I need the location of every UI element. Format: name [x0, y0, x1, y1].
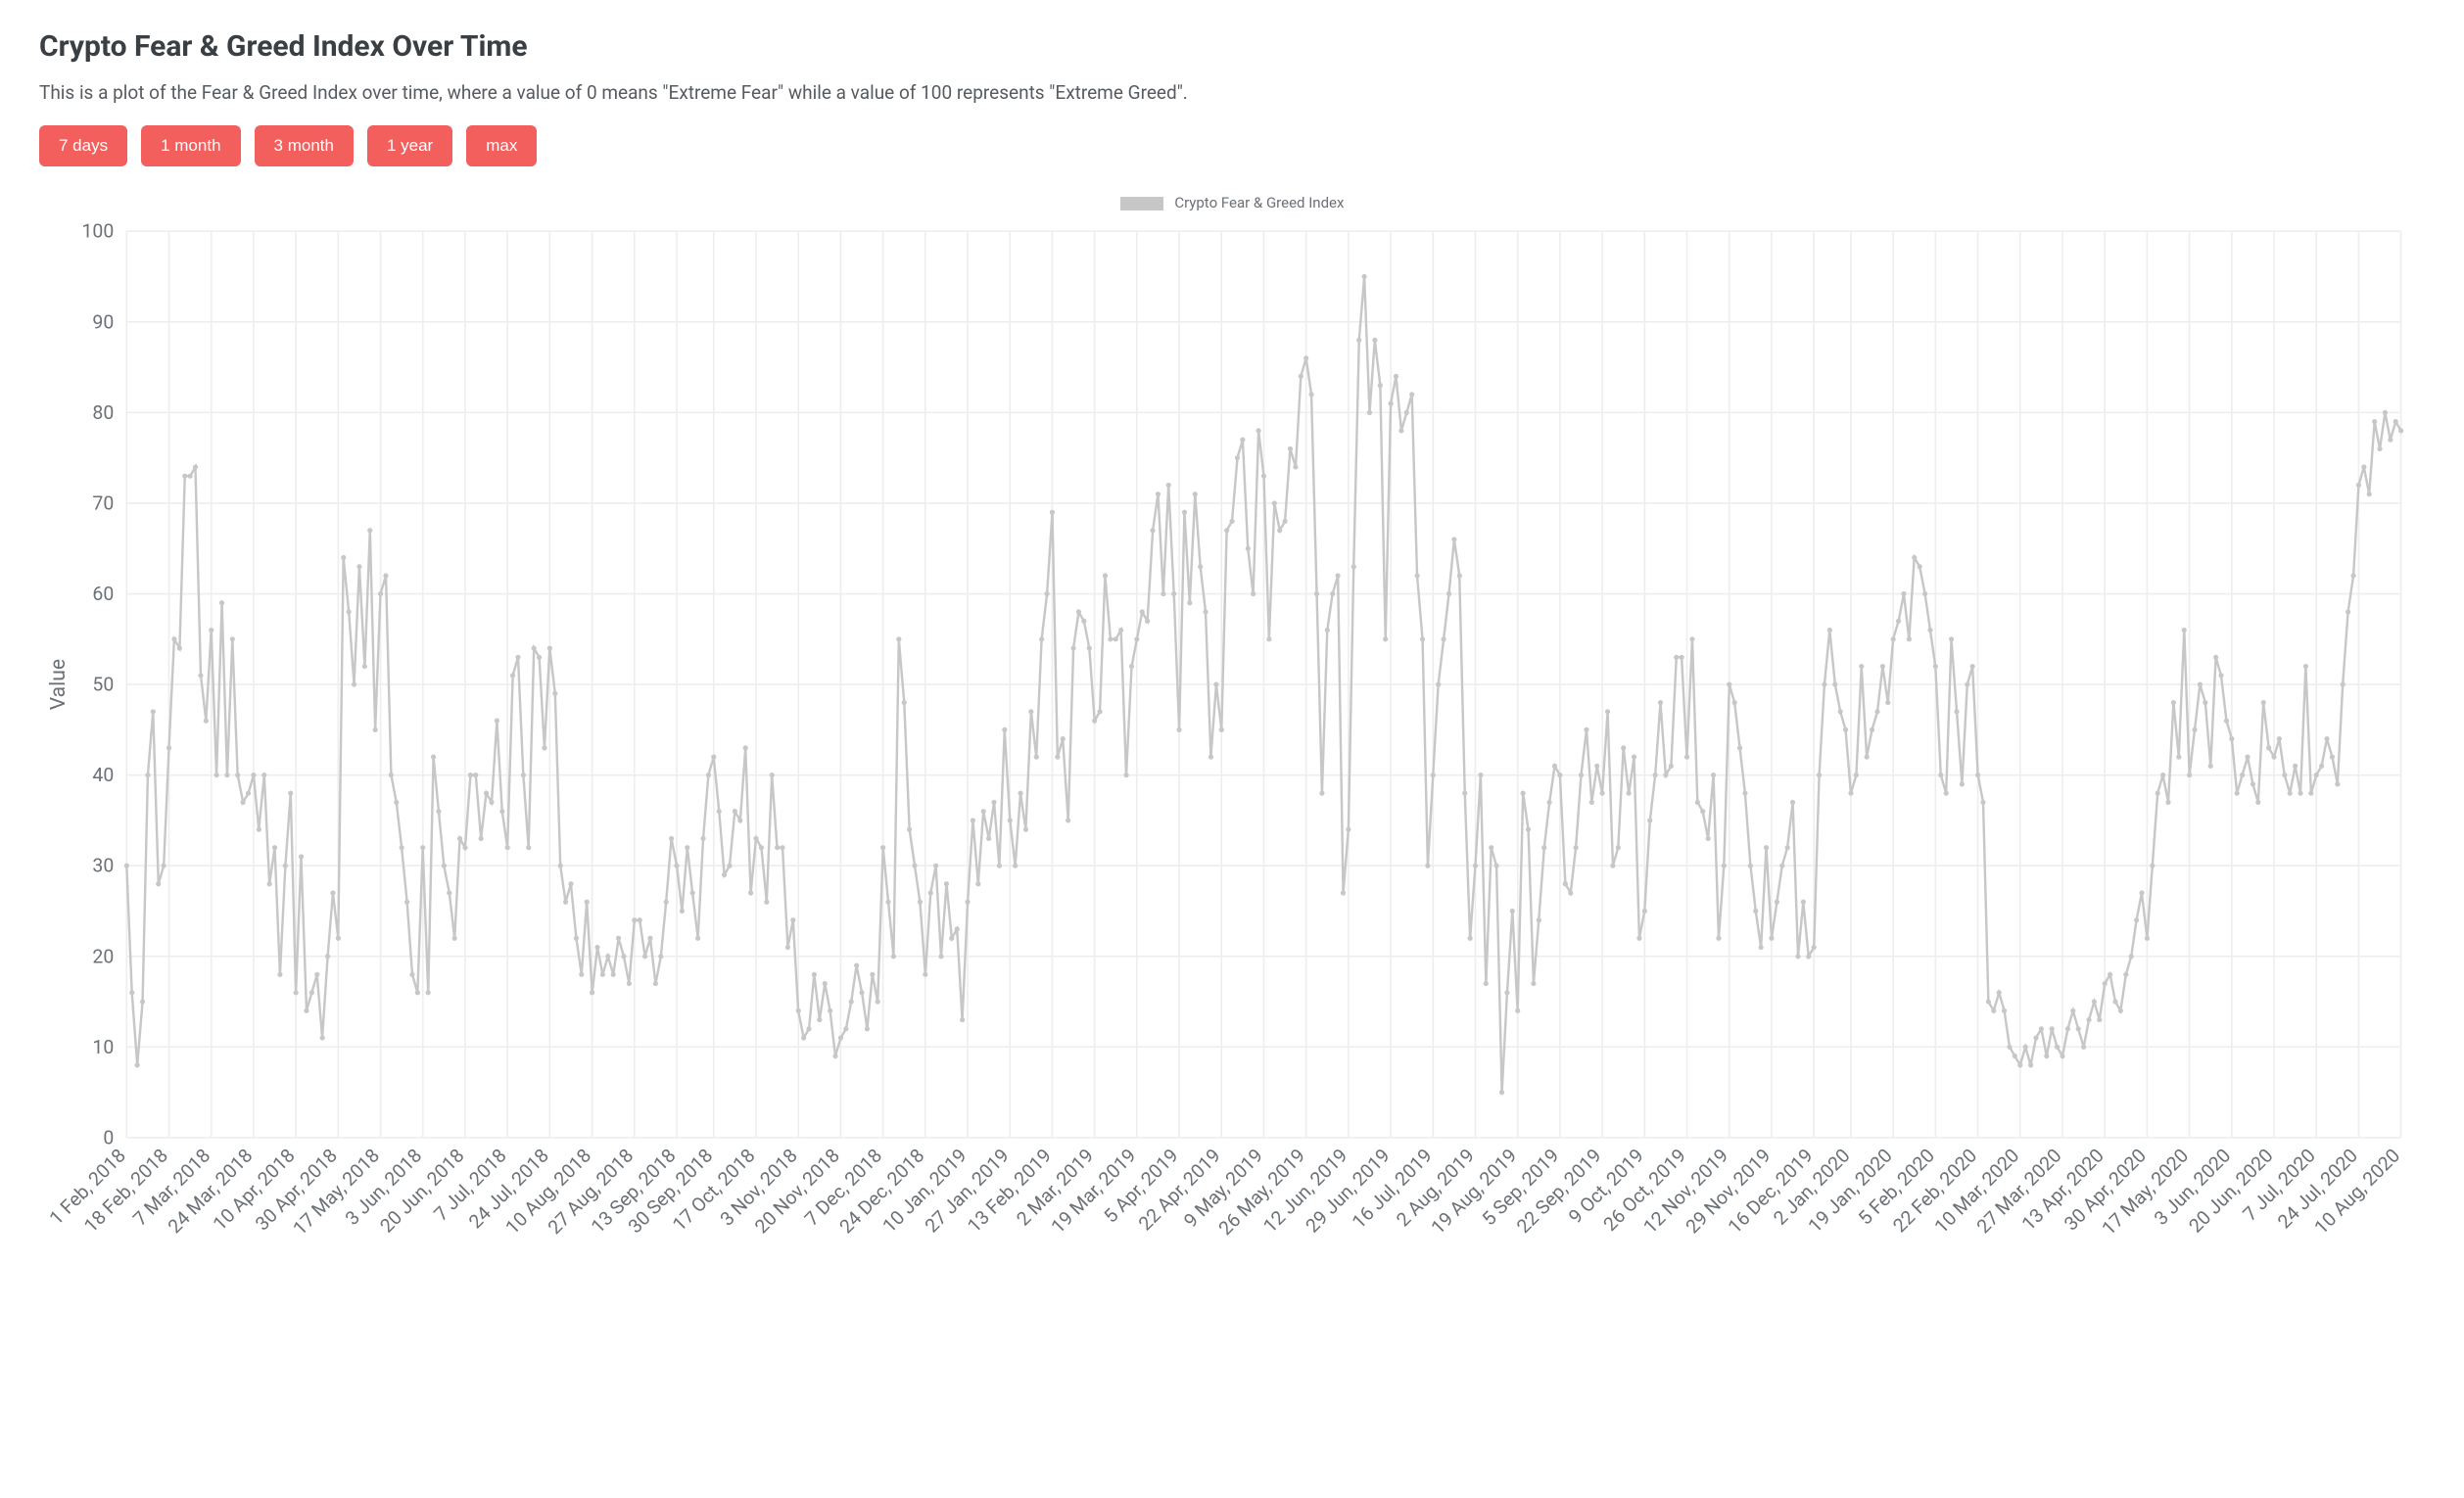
range-1-year-button[interactable]: 1 year: [367, 125, 452, 166]
range-button-row: 7 days 1 month 3 month 1 year max: [39, 125, 2425, 166]
svg-text:70: 70: [92, 492, 114, 514]
range-max-button[interactable]: max: [466, 125, 537, 166]
range-7-days-button[interactable]: 7 days: [39, 125, 127, 166]
chart-container: Crypto Fear & Greed Index 01020304050607…: [39, 194, 2425, 1329]
svg-text:80: 80: [92, 401, 114, 424]
svg-text:Value: Value: [46, 659, 71, 710]
svg-text:90: 90: [92, 310, 114, 333]
svg-text:100: 100: [82, 220, 115, 243]
svg-text:60: 60: [92, 583, 114, 605]
svg-text:10: 10: [92, 1036, 114, 1058]
page-title: Crypto Fear & Greed Index Over Time: [39, 29, 2425, 64]
chart-svg: 01020304050607080901001 Feb, 201818 Feb,…: [39, 215, 2425, 1329]
page-description: This is a plot of the Fear & Greed Index…: [39, 81, 2425, 104]
svg-text:30: 30: [92, 855, 114, 877]
range-1-month-button[interactable]: 1 month: [141, 125, 240, 166]
chart-legend: Crypto Fear & Greed Index: [39, 194, 2425, 211]
svg-text:50: 50: [92, 674, 114, 696]
range-3-month-button[interactable]: 3 month: [255, 125, 354, 166]
legend-swatch-icon: [1120, 197, 1163, 211]
legend-label: Crypto Fear & Greed Index: [1174, 194, 1344, 211]
svg-text:20: 20: [92, 945, 114, 967]
svg-text:40: 40: [92, 764, 114, 786]
